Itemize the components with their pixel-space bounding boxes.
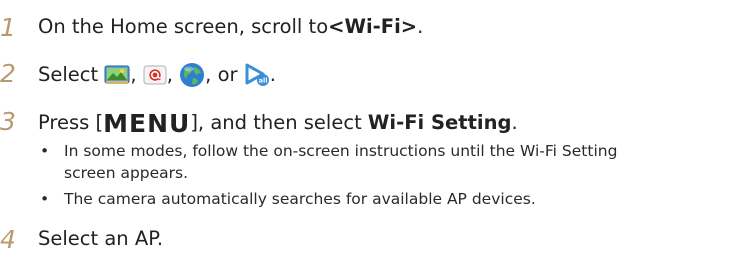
- step-2: 2 Select , , , or all .: [0, 57, 736, 91]
- menu-key-label: MENU: [103, 109, 191, 138]
- svg-text:all: all: [258, 77, 267, 85]
- note-text-line: The camera automatically searches for av…: [64, 190, 536, 208]
- step-text-part: Select: [38, 63, 105, 87]
- bullet-marker: •: [40, 190, 50, 208]
- step-number: 3: [0, 107, 16, 136]
- step-text-part: ], and then select: [190, 110, 368, 134]
- list-item: • The camera automatically searches for …: [40, 190, 736, 212]
- photo-share-icon: [104, 65, 130, 85]
- step-text-part: , or: [205, 63, 244, 87]
- step-text-part: On the Home screen, scroll to: [38, 15, 329, 38]
- wifi-mode-label: <Wi-Fi>: [328, 15, 418, 38]
- step-text: On the Home screen, scroll to <Wi-Fi> .: [38, 17, 423, 37]
- step-4: 4 Select an AP.: [0, 225, 736, 253]
- note-text-line: In some modes, follow the on-screen inst…: [64, 142, 618, 160]
- step-text-part: .: [417, 15, 424, 38]
- step-3: 3 Press [ MENU ], and then select Wi-Fi …: [0, 107, 736, 137]
- step-3-notes: • In some modes, follow the on-screen in…: [40, 142, 736, 212]
- step-text: Select an AP.: [38, 227, 164, 250]
- step-text-part: ,: [166, 63, 180, 87]
- step-text-part: .: [511, 110, 518, 134]
- step-text: Select , , , or all .: [38, 62, 276, 88]
- step-number: 2: [0, 59, 16, 88]
- step-text-part: .: [269, 63, 276, 87]
- globe-icon: [179, 62, 205, 88]
- step-text: Press [ MENU ], and then select Wi-Fi Se…: [38, 109, 518, 138]
- email-icon: [143, 64, 167, 86]
- list-item: • In some modes, follow the on-screen in…: [40, 142, 736, 186]
- step-number: 1: [0, 13, 16, 42]
- step-text-part: ,: [130, 63, 143, 87]
- note-text-line: screen appears.: [64, 164, 189, 182]
- wifi-setting-label: Wi-Fi Setting: [367, 110, 512, 134]
- media-stream-icon: all: [244, 63, 270, 87]
- step-number: 4: [0, 225, 16, 254]
- step-text-part: Press [: [38, 110, 104, 134]
- bullet-marker: •: [40, 142, 50, 160]
- step-1: 1 On the Home screen, scroll to <Wi-Fi> …: [0, 13, 736, 41]
